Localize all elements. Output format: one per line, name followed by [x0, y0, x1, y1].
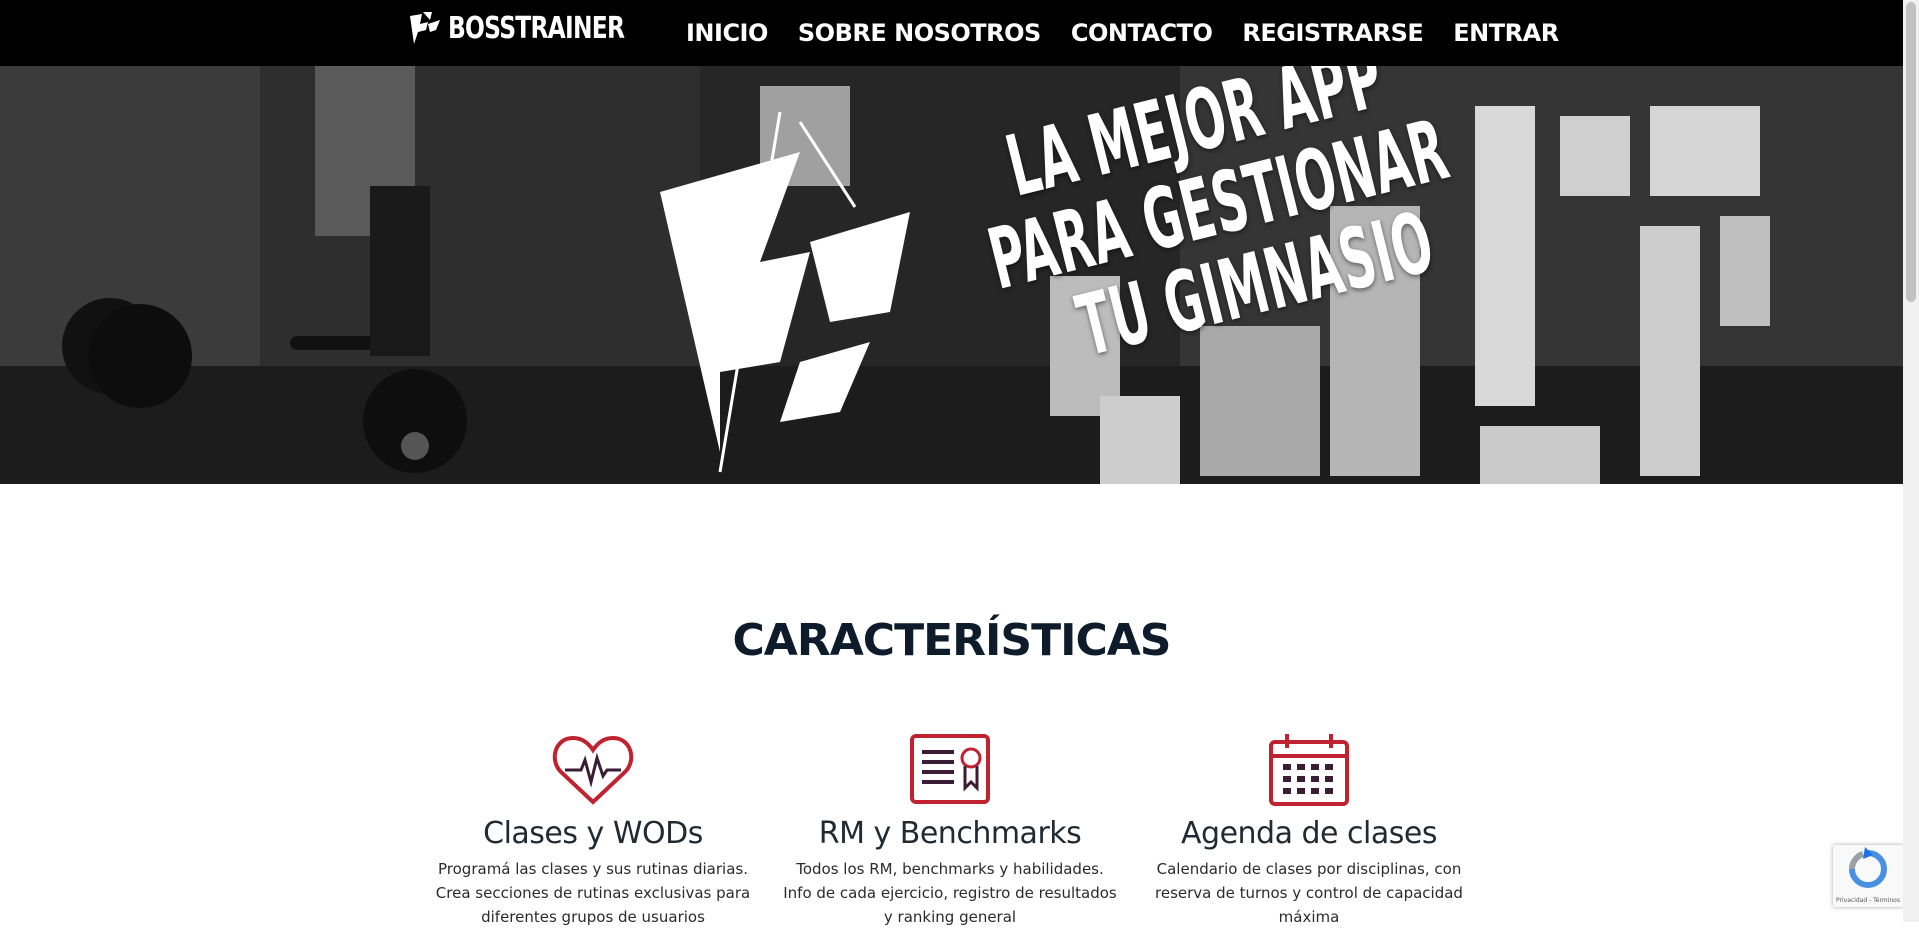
bosstrainer-logo-icon: [410, 12, 440, 44]
certificate-icon: [910, 734, 990, 804]
feature-title: RM y Benchmarks: [818, 816, 1082, 851]
scrollbar-thumb[interactable]: [1906, 2, 1916, 302]
top-navbar: BOSSTRAINER INICIO SOBRE NOSOTROS CONTAC…: [0, 0, 1903, 66]
brand-name: BOSSTRAINER: [448, 10, 625, 46]
feature-card: Clases y WODs Programá las clases y sus …: [423, 732, 763, 929]
recaptcha-footer: Privacidad - Términos: [1836, 897, 1900, 904]
features-title: CARACTERÍSTICAS: [732, 614, 1172, 666]
recaptcha-icon: [1849, 847, 1887, 888]
main-nav: INICIO SOBRE NOSOTROS CONTACTO REGISTRAR…: [686, 19, 1559, 47]
nav-inicio[interactable]: INICIO: [686, 19, 768, 47]
hero-banner: LA MEJOR APP PARA GESTIONAR TU GIMNASIO: [0, 66, 1903, 484]
brand-logo[interactable]: BOSSTRAINER: [408, 8, 674, 48]
nav-registrarse[interactable]: REGISTRARSE: [1242, 19, 1423, 47]
calendar-icon: [1269, 734, 1349, 806]
feature-card: Agenda de clases Calendario de clases po…: [1139, 732, 1479, 929]
feature-description: Programá las clases y sus rutinas diaria…: [435, 860, 751, 926]
nav-entrar[interactable]: ENTRAR: [1453, 19, 1559, 47]
feature-title: Clases y WODs: [483, 816, 703, 851]
nav-sobre-nosotros[interactable]: SOBRE NOSOTROS: [798, 19, 1041, 47]
feature-title: Agenda de clases: [1181, 816, 1437, 851]
nav-contacto[interactable]: CONTACTO: [1071, 19, 1213, 47]
page-scrollbar[interactable]: [1903, 0, 1919, 922]
feature-card: RM y Benchmarks Todos los RM, benchmarks…: [780, 732, 1120, 929]
feature-description: Calendario de clases por disciplinas, co…: [1155, 860, 1463, 926]
bosstrainer-hero-logo-icon: [660, 112, 910, 473]
recaptcha-badge[interactable]: Privacidad - Términos: [1833, 845, 1903, 907]
heart-pulse-icon: [552, 735, 634, 805]
feature-description: Todos los RM, benchmarks y habilidades. …: [783, 860, 1117, 926]
